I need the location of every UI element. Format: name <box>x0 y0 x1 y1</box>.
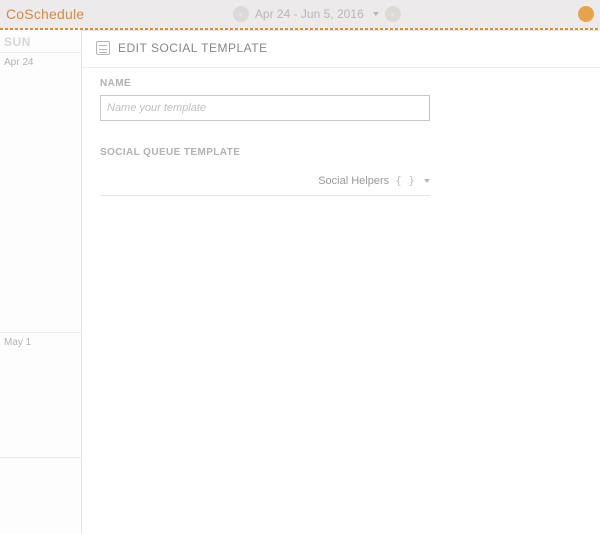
day-of-week-header: SUN <box>0 30 81 53</box>
date-label: Apr 24 <box>0 53 81 72</box>
calendar-cell[interactable]: Apr 24 <box>0 53 81 333</box>
name-field-label: NAME <box>100 78 582 89</box>
brand-label: CoSchedule <box>0 6 84 22</box>
main-area: SUN Apr 24 May 1 EDIT SOCIAL TEMPLATE NA… <box>0 30 600 534</box>
calendar-sidebar: SUN Apr 24 May 1 <box>0 30 82 534</box>
chevron-down-icon <box>424 179 430 183</box>
queue-section-label: SOCIAL QUEUE TEMPLATE <box>100 147 582 158</box>
helpers-label: Social Helpers <box>318 175 389 187</box>
date-range-label[interactable]: Apr 24 - Jun 5, 2016 <box>255 7 364 21</box>
prev-date-button[interactable]: ‹ <box>233 6 249 22</box>
calendar-cell[interactable]: May 1 <box>0 333 81 458</box>
social-helpers-dropdown[interactable]: Social Helpers { } <box>100 168 430 196</box>
form-area: NAME SOCIAL QUEUE TEMPLATE Social Helper… <box>82 68 600 206</box>
edit-template-panel: EDIT SOCIAL TEMPLATE NAME SOCIAL QUEUE T… <box>82 30 600 534</box>
next-date-button[interactable]: › <box>385 6 401 22</box>
panel-header: EDIT SOCIAL TEMPLATE <box>82 31 600 68</box>
braces-icon: { } <box>395 174 415 187</box>
top-bar: CoSchedule ‹ Apr 24 - Jun 5, 2016 › <box>0 0 600 28</box>
date-range-nav: ‹ Apr 24 - Jun 5, 2016 › <box>233 6 401 22</box>
chevron-down-icon[interactable] <box>373 12 379 16</box>
template-name-input[interactable] <box>100 95 430 121</box>
date-label: May 1 <box>0 333 81 352</box>
template-icon <box>96 41 110 55</box>
panel-title: EDIT SOCIAL TEMPLATE <box>118 41 268 55</box>
avatar[interactable] <box>578 6 594 22</box>
